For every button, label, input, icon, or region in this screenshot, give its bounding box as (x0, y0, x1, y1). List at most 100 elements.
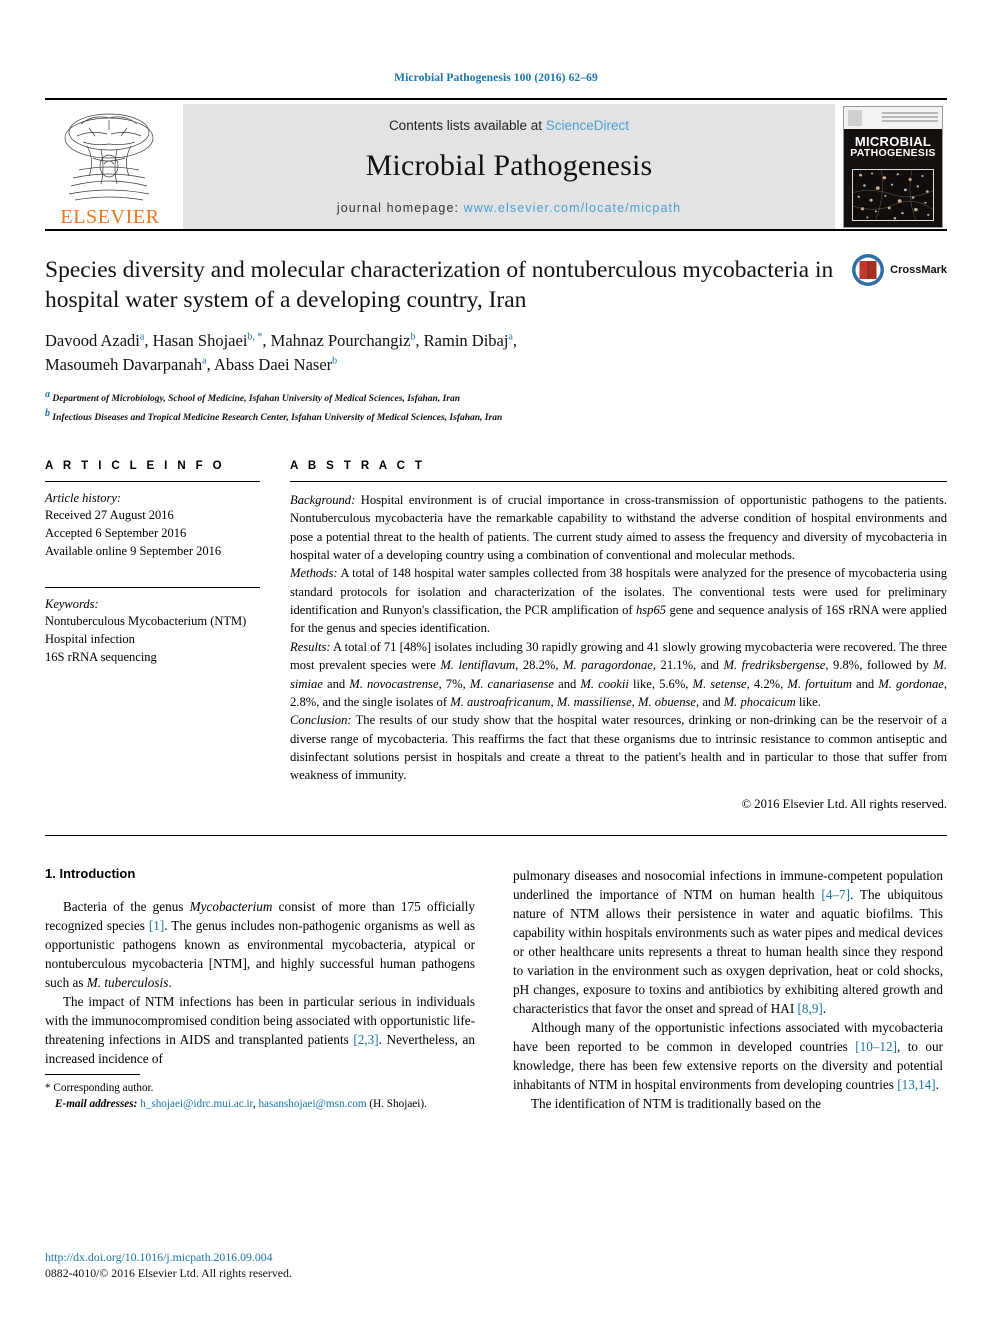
journal-banner-center: Contents lists available at ScienceDirec… (183, 104, 835, 229)
abstract-body: Background: Hospital environment is of c… (290, 491, 947, 813)
author-affiliation-marker: b, * (247, 331, 263, 343)
section-heading-introduction: 1. Introduction (45, 866, 136, 882)
elsevier-tree-icon (64, 113, 154, 201)
affiliation-marker: a (45, 389, 50, 400)
abstract-methods: Methods: A total of 148 hospital water s… (290, 564, 947, 638)
keyword-item: Nontuberculous Mycobacterium (NTM) (45, 614, 247, 629)
abstract-conclusion: Conclusion: The results of our study sho… (290, 711, 947, 785)
sciencedirect-link[interactable]: ScienceDirect (546, 118, 629, 133)
author-affiliation-marker: a (139, 331, 145, 343)
affiliation-marker: b (45, 408, 50, 420)
abstract-background-label: Background: (290, 492, 356, 507)
page-title: Species diversity and molecular characte… (45, 257, 834, 314)
article-history-label: Article history: (45, 490, 122, 505)
email-label: E-mail addresses: (55, 1098, 138, 1111)
issn-copyright: 0882-4010/© 2016 Elsevier Ltd. All right… (45, 1266, 292, 1280)
journal-homepage-link[interactable]: www.elsevier.com/locate/micpath (464, 201, 682, 215)
contents-prefix: Contents lists available at (388, 118, 546, 133)
author-name: Masoumeh Davarpanah (45, 355, 203, 375)
article-info-column: A R T I C L E I N F O Article history: R… (45, 460, 290, 813)
author-affiliation-marker: a (202, 355, 207, 367)
article-body: 1. Introduction Bacteria of the genus My… (45, 866, 947, 1113)
keywords-divider (45, 587, 260, 589)
intro-paragraph-5: The identification of NTM is traditional… (531, 1096, 822, 1112)
article-history-online: Available online 9 September 2016 (45, 544, 222, 559)
abstract-copyright: © 2016 Elsevier Ltd. All rights reserved… (741, 796, 947, 811)
journal-title: Microbial Pathogenesis (365, 149, 653, 182)
abstract-divider (290, 480, 947, 482)
abstract-column: A B S T R A C T Background: Hospital env… (290, 460, 947, 813)
affiliation-item: b Infectious Diseases and Tropical Medic… (45, 406, 947, 425)
elsevier-logo: ELSEVIER (45, 104, 175, 229)
article-header: CrossMark Species diversity and molecula… (45, 231, 947, 426)
abstract-bottom-divider (45, 835, 947, 837)
footnote-divider (45, 1073, 140, 1075)
author-name: Abass Daei Naser (213, 355, 333, 375)
intro-paragraph-1: Bacteria of the genus Mycobacterium cons… (45, 899, 476, 991)
running-head: Microbial Pathogenesis 100 (2016) 62–69 (394, 72, 598, 84)
email-addresses-line: E-mail addresses: h_shojaei@idrc.mui.ac.… (45, 1096, 475, 1113)
affiliation-item: a Department of Microbiology, School of … (45, 387, 947, 406)
author-affiliation-marker: b (332, 355, 338, 367)
keywords-label: Keywords: (45, 597, 99, 612)
body-column-left: 1. Introduction Bacteria of the genus My… (45, 866, 475, 1113)
intro-paragraph-4: Although many of the opportunistic infec… (513, 1020, 943, 1093)
journal-banner: ELSEVIER Contents lists available at Sci… (45, 104, 947, 229)
elsevier-wordmark: ELSEVIER (60, 206, 160, 228)
abstract-background: Background: Hospital environment is of c… (290, 491, 947, 565)
keyword-item: 16S rRNA sequencing (45, 650, 157, 665)
author-line-1: Davood Azadia, Hasan Shojaeib, *, Mahnaz… (45, 331, 518, 351)
journal-homepage-line: journal homepage: www.elsevier.com/locat… (337, 201, 681, 215)
article-info-heading: A R T I C L E I N F O (45, 459, 226, 472)
corresponding-author-footnote: * Corresponding author. E-mail addresses… (45, 1073, 475, 1114)
article-history-accepted: Accepted 6 September 2016 (45, 525, 187, 540)
corresponding-author-text: Corresponding author. (53, 1081, 154, 1094)
journal-cover-thumbnail: MICROBIAL PATHOGENESIS (843, 105, 943, 228)
crossmark-badge[interactable]: CrossMark (851, 253, 947, 287)
header-divider (45, 98, 947, 100)
journal-article-page: Microbial Pathogenesis 100 (2016) 62–69 (0, 0, 992, 1323)
author-name: Mahnaz Pourchangiz (270, 331, 411, 351)
cover-micrograph-image (852, 168, 934, 221)
cover-publisher-mark (848, 109, 862, 126)
abstract-background-text: Hospital environment is of crucial impor… (290, 492, 947, 562)
author-line-2: Masoumeh Davarpanaha, Abass Daei Naserb (45, 355, 338, 375)
homepage-prefix: journal homepage: (336, 201, 464, 215)
contents-list-line: Contents lists available at ScienceDirec… (389, 118, 629, 133)
info-abstract-section: A R T I C L E I N F O Article history: R… (45, 460, 947, 813)
author-name: Ramin Dibaj (423, 331, 509, 351)
abstract-conclusion-text: The results of our study show that the h… (290, 713, 947, 783)
crossmark-icon (852, 254, 885, 286)
author-affiliation-marker: a (508, 331, 513, 343)
cover-title-line-1: MICROBIAL (854, 133, 932, 149)
author-list: Davood Azadia, Hasan Shojaeib, *, Mahnaz… (45, 329, 947, 377)
author-affiliation-marker: b (410, 331, 416, 343)
corresponding-author-line: * Corresponding author. (45, 1080, 475, 1097)
author-name: Davood Azadi (45, 331, 140, 351)
journal-cover-cell: MICROBIAL PATHOGENESIS (843, 104, 947, 229)
doi-link[interactable]: http://dx.doi.org/10.1016/j.micpath.2016… (45, 1250, 292, 1265)
abstract-results-label: Results: (290, 639, 331, 654)
abstract-heading: A B S T R A C T (290, 459, 426, 472)
crossmark-label: CrossMark (890, 264, 947, 276)
abstract-methods-label: Methods: (290, 566, 338, 581)
article-history-received: Received 27 August 2016 (45, 507, 174, 522)
abstract-results-text: A total of 71 [48%] isolates including 3… (290, 639, 948, 709)
intro-paragraph-2: The impact of NTM infections has been in… (45, 994, 475, 1067)
page-footer: http://dx.doi.org/10.1016/j.micpath.2016… (45, 1250, 292, 1281)
body-column-right: pulmonary diseases and nosocomial infect… (513, 866, 943, 1113)
intro-paragraph-3: pulmonary diseases and nosocomial infect… (513, 868, 943, 1017)
article-info-divider (45, 480, 260, 482)
email-link-primary[interactable]: h_shojaei@idrc.mui.ac.ir (140, 1098, 253, 1110)
abstract-results: Results: A total of 71 [48%] isolates in… (290, 638, 947, 712)
cover-masthead-lines (882, 111, 938, 124)
abstract-methods-text: A total of 148 hospital water samples co… (290, 566, 947, 636)
cover-title: MICROBIAL PATHOGENESIS (844, 133, 942, 160)
email-link-secondary[interactable]: hasanshojaei@msn.com (258, 1098, 366, 1110)
keyword-item: Hospital infection (45, 632, 135, 647)
abstract-conclusion-label: Conclusion: (290, 713, 352, 728)
cover-title-line-2: PATHOGENESIS (850, 147, 936, 160)
affiliation-text: Infectious Diseases and Tropical Medicin… (52, 413, 503, 424)
cover-masthead (844, 106, 942, 129)
